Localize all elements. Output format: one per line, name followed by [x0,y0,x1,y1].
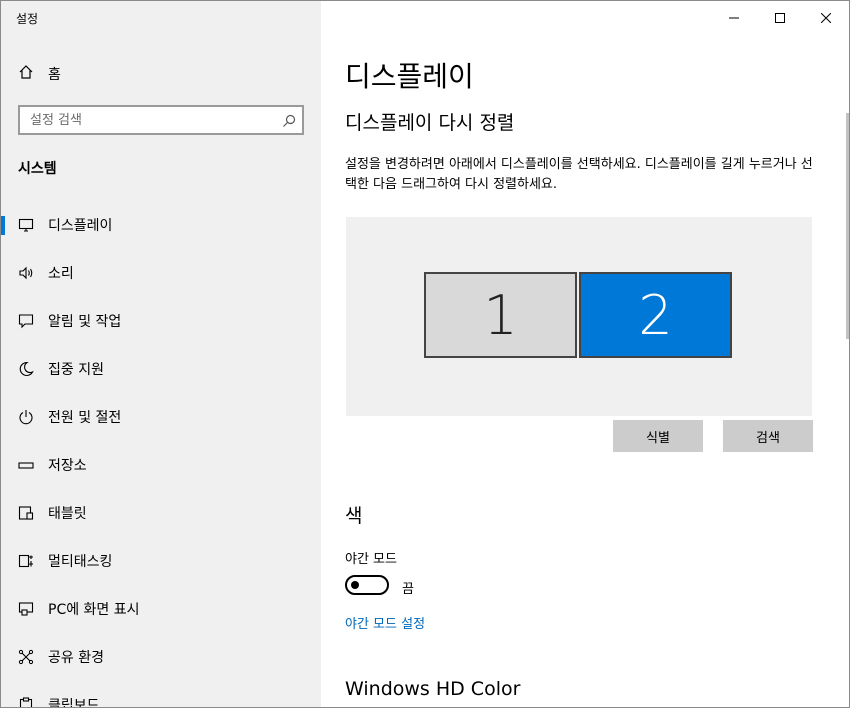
tablet-icon [18,505,34,521]
monitor-1-tile[interactable]: 1 [424,272,577,358]
color-heading: 색 [345,505,363,527]
search-input[interactable] [30,111,270,129]
sidebar-item-label: 전원 및 절전 [48,410,122,426]
sidebar-item-label: 알림 및 작업 [48,314,122,330]
sidebar-item-label: 소리 [48,266,74,282]
multitasking-icon [18,553,34,569]
sidebar-item-shared-experiences[interactable]: 공유 환경 [1,633,321,681]
sidebar-nav: 디스플레이 소리 알림 및 작업 집중 지원 전원 및 절전 저장소 태블릿 멀… [1,201,321,708]
search-box[interactable] [18,105,304,135]
toggle-knob [351,581,359,589]
display-arrangement-area: 1 2 [346,217,812,416]
sidebar-item-storage[interactable]: 저장소 [1,441,321,489]
page-title: 디스플레이 [345,60,474,93]
sidebar-item-projecting[interactable]: PC에 화면 표시 [1,585,321,633]
sidebar-item-label: 멀티태스킹 [48,554,113,570]
home-label: 홈 [48,67,61,83]
sidebar-item-power[interactable]: 전원 및 절전 [1,393,321,441]
monitor-icon [18,217,34,233]
night-light-settings-link[interactable]: 야간 모드 설정 [345,613,425,632]
night-light-label: 야간 모드 [345,552,397,567]
storage-icon [18,457,34,473]
minimize-button[interactable] [711,1,757,33]
shared-experiences-icon [18,649,34,665]
close-icon [820,8,832,27]
night-light-toggle[interactable] [345,575,389,595]
window-controls [711,1,849,33]
monitor-2-tile[interactable]: 2 [579,272,732,358]
minimize-icon [729,8,739,27]
sidebar-item-sound[interactable]: 소리 [1,249,321,297]
sidebar-item-multitasking[interactable]: 멀티태스킹 [1,537,321,585]
sidebar-item-label: 저장소 [48,458,87,474]
sidebar-item-label: 집중 지원 [48,362,104,378]
moon-icon [18,361,34,377]
section-title: 시스템 [18,161,57,177]
hd-color-heading: Windows HD Color [345,678,521,700]
power-icon [18,409,34,425]
maximize-icon [775,8,785,27]
sidebar-item-label: 디스플레이 [48,218,113,234]
sidebar-item-tablet[interactable]: 태블릿 [1,489,321,537]
home-icon [18,64,48,84]
window-title: 설정 [16,12,39,26]
speaker-icon [18,265,34,281]
maximize-button[interactable] [757,1,803,33]
close-button[interactable] [803,1,849,33]
sidebar-item-label: 공유 환경 [48,650,104,666]
sidebar: 설정 홈 시스템 디스플레이 소리 알림 및 [1,1,321,707]
rearrange-heading: 디스플레이 다시 정렬 [345,112,515,134]
sidebar-item-display[interactable]: 디스플레이 [1,201,321,249]
project-icon [18,601,34,617]
scrollbar[interactable] [846,113,849,339]
identify-button[interactable]: 식별 [613,420,703,452]
sidebar-item-notifications[interactable]: 알림 및 작업 [1,297,321,345]
toggle-state-label: 끔 [402,582,414,597]
sidebar-item-label: 태블릿 [48,506,87,522]
sidebar-item-label: 클립보드 [48,698,100,708]
detect-button[interactable]: 검색 [723,420,813,452]
rearrange-description: 설정을 변경하려면 아래에서 디스플레이를 선택하세요. 디스플레이를 길게 누… [345,157,813,192]
notification-icon [18,313,34,329]
search-icon[interactable] [282,113,296,132]
home-nav-item[interactable]: 홈 [18,64,61,84]
sidebar-item-clipboard[interactable]: 클립보드 [1,681,321,708]
clipboard-icon [18,697,34,707]
settings-window: 설정 홈 시스템 디스플레이 소리 알림 및 [0,0,850,708]
sidebar-item-label: PC에 화면 표시 [48,602,140,618]
sidebar-item-focus-assist[interactable]: 집중 지원 [1,345,321,393]
